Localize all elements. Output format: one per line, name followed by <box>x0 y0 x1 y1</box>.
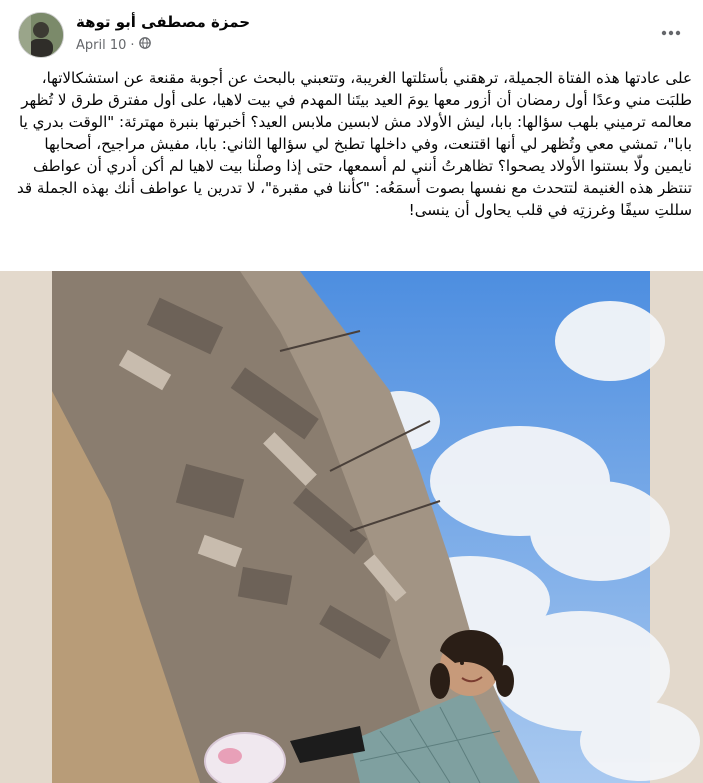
more-options-button[interactable] <box>655 14 687 46</box>
author-name[interactable]: حمزة مصطفى أبو توهة <box>76 13 250 31</box>
post-header: حمزة مصطفى أبو توهة April 10 · <box>0 0 703 62</box>
post-photo[interactable] <box>0 271 703 783</box>
globe-icon[interactable] <box>138 37 151 53</box>
post-meta: April 10 · <box>76 37 151 53</box>
post-date[interactable]: April 10 <box>76 38 126 53</box>
meta-separator: · <box>130 37 135 53</box>
author-avatar[interactable] <box>18 12 64 58</box>
ellipsis-icon <box>661 20 681 41</box>
post-body-text: على عادتها هذه الفتاة الجميلة، ترهقني بأ… <box>17 69 692 219</box>
